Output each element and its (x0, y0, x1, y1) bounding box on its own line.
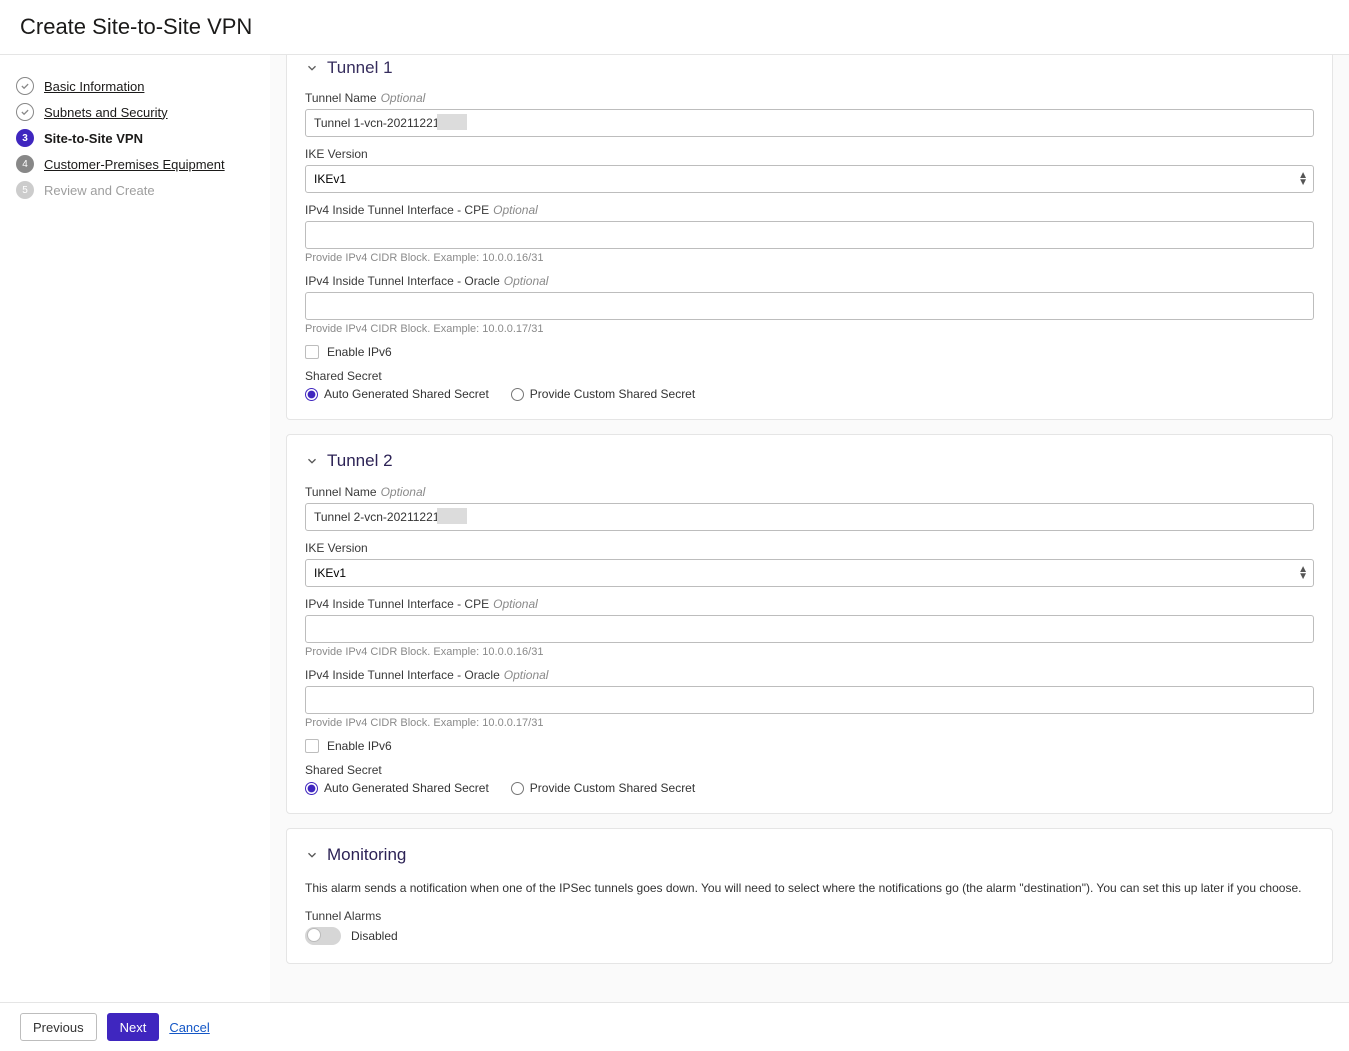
step-basic-information[interactable]: Basic Information (16, 73, 254, 99)
checkbox-label: Enable IPv6 (327, 345, 392, 359)
field-label: IPv4 Inside Tunnel Interface - CPEOption… (305, 203, 1314, 217)
help-text: Provide IPv4 CIDR Block. Example: 10.0.0… (305, 252, 1314, 264)
tunnel-1-heading[interactable]: Tunnel 1 (305, 59, 1314, 77)
step-site-to-site-vpn[interactable]: 3 Site-to-Site VPN (16, 125, 254, 151)
tunnel-1-ike-select[interactable]: IKEv1 (305, 165, 1314, 193)
footer: Previous Next Cancel (0, 1002, 1349, 1051)
chevron-down-icon (305, 61, 319, 75)
page-header: Create Site-to-Site VPN (0, 0, 1349, 55)
field-label: IKE Version (305, 541, 1314, 555)
tunnel-2-ipv6-checkbox[interactable] (305, 739, 319, 753)
check-icon (16, 77, 34, 95)
tunnel-1-auto-secret-radio[interactable] (305, 388, 318, 401)
tunnel-2-custom-secret-radio[interactable] (511, 782, 524, 795)
cancel-link[interactable]: Cancel (169, 1020, 209, 1035)
main-content: Tunnel 1 Tunnel NameOptional IKE Version… (270, 55, 1349, 1002)
step-label: Review and Create (44, 183, 155, 198)
monitoring-description: This alarm sends a notification when one… (305, 879, 1314, 897)
redacted-text (437, 114, 467, 130)
tunnel-2-cpe-input[interactable] (305, 615, 1314, 643)
field-label: IPv4 Inside Tunnel Interface - OracleOpt… (305, 668, 1314, 682)
step-label: Subnets and Security (44, 105, 168, 120)
toggle-knob-icon (307, 928, 321, 942)
step-number-icon: 5 (16, 181, 34, 199)
chevron-down-icon (305, 848, 319, 862)
step-label: Site-to-Site VPN (44, 131, 143, 146)
next-button[interactable]: Next (107, 1013, 160, 1041)
monitoring-card: Monitoring This alarm sends a notificati… (286, 828, 1333, 964)
tunnel-1-card: Tunnel 1 Tunnel NameOptional IKE Version… (286, 55, 1333, 420)
tunnel-2-ike-field: IKE Version IKEv1 ▲▼ (305, 541, 1314, 587)
tunnel-2-auto-secret-radio[interactable] (305, 782, 318, 795)
step-number-icon: 4 (16, 155, 34, 173)
radio-label: Provide Custom Shared Secret (530, 781, 695, 795)
tunnel-2-card: Tunnel 2 Tunnel NameOptional IKE Version… (286, 434, 1333, 814)
tunnel-alarms-row: Disabled (305, 927, 1314, 945)
tunnel-2-shared-secret-field: Shared Secret Auto Generated Shared Secr… (305, 763, 1314, 795)
alarms-label: Tunnel Alarms (305, 909, 1314, 923)
tunnel-1-shared-secret-field: Shared Secret Auto Generated Shared Secr… (305, 369, 1314, 401)
page-title: Create Site-to-Site VPN (20, 14, 1329, 40)
tunnel-1-cpe-field: IPv4 Inside Tunnel Interface - CPEOption… (305, 203, 1314, 264)
step-subnets-security[interactable]: Subnets and Security (16, 99, 254, 125)
tunnel-1-ipv6-checkbox[interactable] (305, 345, 319, 359)
check-icon (16, 103, 34, 121)
wizard-sidebar: Basic Information Subnets and Security 3… (0, 55, 270, 1002)
tunnel-alarms-toggle[interactable] (305, 927, 341, 945)
field-label: IKE Version (305, 147, 1314, 161)
tunnel-2-heading[interactable]: Tunnel 2 (305, 451, 1314, 471)
tunnel-2-oracle-input[interactable] (305, 686, 1314, 714)
field-label: Shared Secret (305, 763, 1314, 777)
field-label: Tunnel NameOptional (305, 485, 1314, 499)
field-label: Tunnel NameOptional (305, 91, 1314, 105)
heading-text: Monitoring (327, 845, 406, 865)
checkbox-label: Enable IPv6 (327, 739, 392, 753)
tunnel-1-custom-secret-radio[interactable] (511, 388, 524, 401)
field-label: IPv4 Inside Tunnel Interface - OracleOpt… (305, 274, 1314, 288)
tunnel-1-oracle-input[interactable] (305, 292, 1314, 320)
monitoring-heading[interactable]: Monitoring (305, 845, 1314, 865)
redacted-text (437, 508, 467, 524)
tunnel-1-oracle-field: IPv4 Inside Tunnel Interface - OracleOpt… (305, 274, 1314, 335)
radio-label: Provide Custom Shared Secret (530, 387, 695, 401)
radio-label: Auto Generated Shared Secret (324, 781, 489, 795)
field-label: IPv4 Inside Tunnel Interface - CPEOption… (305, 597, 1314, 611)
chevron-down-icon (305, 454, 319, 468)
heading-text: Tunnel 1 (327, 59, 393, 77)
radio-label: Auto Generated Shared Secret (324, 387, 489, 401)
step-number-icon: 3 (16, 129, 34, 147)
tunnel-1-ipv6-row: Enable IPv6 (305, 345, 1314, 359)
tunnel-2-name-field: Tunnel NameOptional (305, 485, 1314, 531)
toggle-state-label: Disabled (351, 929, 398, 943)
step-label: Customer-Premises Equipment (44, 157, 225, 172)
step-label: Basic Information (44, 79, 144, 94)
tunnel-2-cpe-field: IPv4 Inside Tunnel Interface - CPEOption… (305, 597, 1314, 658)
help-text: Provide IPv4 CIDR Block. Example: 10.0.0… (305, 717, 1314, 729)
tunnel-2-oracle-field: IPv4 Inside Tunnel Interface - OracleOpt… (305, 668, 1314, 729)
help-text: Provide IPv4 CIDR Block. Example: 10.0.0… (305, 646, 1314, 658)
help-text: Provide IPv4 CIDR Block. Example: 10.0.0… (305, 323, 1314, 335)
step-review-create: 5 Review and Create (16, 177, 254, 203)
tunnel-1-cpe-input[interactable] (305, 221, 1314, 249)
previous-button[interactable]: Previous (20, 1013, 97, 1041)
tunnel-2-ipv6-row: Enable IPv6 (305, 739, 1314, 753)
heading-text: Tunnel 2 (327, 451, 393, 471)
tunnel-1-ike-field: IKE Version IKEv1 ▲▼ (305, 147, 1314, 193)
tunnel-2-ike-select[interactable]: IKEv1 (305, 559, 1314, 587)
step-customer-premises-equipment[interactable]: 4 Customer-Premises Equipment (16, 151, 254, 177)
tunnel-1-name-field: Tunnel NameOptional (305, 91, 1314, 137)
field-label: Shared Secret (305, 369, 1314, 383)
